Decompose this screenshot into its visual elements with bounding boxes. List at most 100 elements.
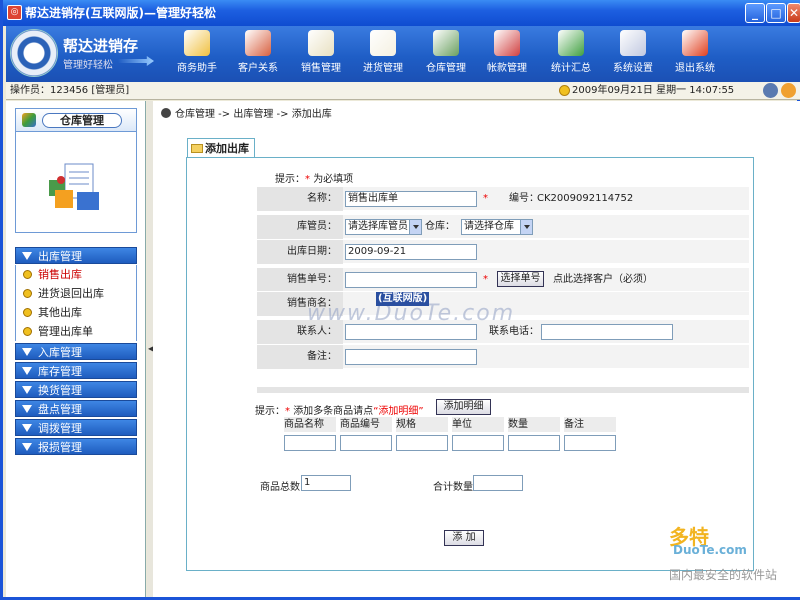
detail-cell-input[interactable] <box>340 435 392 451</box>
clock-icon <box>559 85 570 96</box>
select-order-button[interactable]: 选择单号 <box>497 271 544 287</box>
toolbar-item-5[interactable]: 仓库管理 <box>415 30 477 78</box>
detail-cell-input[interactable] <box>452 435 504 451</box>
nav-item-label: 其他出库 <box>38 306 82 319</box>
code-value: CK2009092114752 <box>537 193 634 204</box>
nav-group-5[interactable]: 盘点管理 <box>15 400 137 417</box>
nav-group-label: 出库管理 <box>38 250 82 263</box>
content-area: 仓库管理 -> 出库管理 -> 添加出库 添加出库 提示：* 为必填项 名称： … <box>153 101 800 597</box>
nav-item-4[interactable]: 管理出库单 <box>15 322 137 341</box>
toolbar-item-9[interactable]: 退出系统 <box>664 30 726 78</box>
brand-name: 帮达进销存 <box>63 37 139 55</box>
site-logo-en: DuoTe.com <box>673 543 747 557</box>
remark-row: 备注： <box>257 344 749 369</box>
toolbar-item-8[interactable]: 系统设置 <box>602 30 664 78</box>
refresh-icon[interactable] <box>763 83 778 98</box>
order-field[interactable] <box>345 272 477 288</box>
column-header: 商品编号 <box>340 417 392 432</box>
nav-group-label: 调拨管理 <box>38 422 82 435</box>
window-title: 帮达进销存(互联网版)—管理好轻松 <box>25 6 216 20</box>
name-label: 名称： <box>257 187 343 211</box>
title-bar: ◎ 帮达进销存(互联网版)—管理好轻松 _ □ ✕ <box>3 0 800 26</box>
logo-icon <box>10 29 58 77</box>
nav-item-label: 销售出库 <box>38 268 82 281</box>
toolbar-label: 帐款管理 <box>487 63 527 74</box>
keeper-value: 请选择库管员 <box>348 221 408 232</box>
chevron-down-icon <box>22 348 32 356</box>
phone-field[interactable] <box>541 324 673 340</box>
nav-group-label: 库存管理 <box>38 365 82 378</box>
detail-cell-input[interactable] <box>564 435 616 451</box>
date-field[interactable]: 2009-09-21 <box>345 244 477 260</box>
required-star: * <box>285 406 290 417</box>
app-icon: ◎ <box>7 5 22 20</box>
statistics-icon <box>558 30 584 56</box>
minimize-button[interactable]: _ <box>745 3 765 23</box>
nav-group-label: 报损管理 <box>38 441 82 454</box>
purchase-icon <box>370 30 396 56</box>
nav-group-6[interactable]: 调拨管理 <box>15 419 137 436</box>
nav-group-4[interactable]: 换货管理 <box>15 381 137 398</box>
total-qty-field[interactable] <box>473 475 523 491</box>
nav-item-3[interactable]: 其他出库 <box>15 303 137 322</box>
toolbar-item-3[interactable]: 销售管理 <box>290 30 352 78</box>
toolbar-item-2[interactable]: 客户关系 <box>227 30 289 78</box>
toolbar-item-1[interactable]: 商务助手 <box>166 30 228 78</box>
detail-cell-input[interactable] <box>508 435 560 451</box>
datetime: 2009年09月21日 星期一 14:07:55 <box>572 85 735 96</box>
hint-text: 添加多条商品请点 <box>293 406 374 417</box>
nav-item-2[interactable]: 进货退回出库 <box>15 284 137 303</box>
operator-info: 操作员：123456 [管理员] <box>10 85 130 96</box>
column-header: 规格 <box>396 417 448 432</box>
chevron-down-icon <box>22 424 32 432</box>
nav-group-1[interactable]: 出库管理 <box>15 247 137 264</box>
warehouse-icon <box>433 30 459 56</box>
warehouse-select[interactable]: 请选择仓库 <box>461 219 533 235</box>
maximize-button[interactable]: □ <box>766 3 786 23</box>
toolbar-label: 系统设置 <box>613 63 653 74</box>
hint-prefix: 提示： <box>255 406 285 417</box>
help-icon[interactable] <box>781 83 796 98</box>
name-row: 名称： 销售出库单 * 编号： CK2009092114752 <box>257 186 749 211</box>
toolbar-item-4[interactable]: 进货管理 <box>352 30 414 78</box>
detail-cell-input[interactable] <box>284 435 336 451</box>
module-box: 仓库管理 <box>15 108 137 233</box>
nav-group-3[interactable]: 库存管理 <box>15 362 137 379</box>
total-qty-label: 合计数量 <box>433 482 473 493</box>
nav-group-2[interactable]: 入库管理 <box>15 343 137 360</box>
remark-field[interactable] <box>345 349 477 365</box>
chevron-down-icon <box>22 405 32 413</box>
chevron-down-icon <box>22 367 32 375</box>
remark-label: 备注： <box>257 345 343 369</box>
main-toolbar: 帮达进销存 管理好轻松 商务助手 客户关系 销售管理 进货管理 仓库管理 帐款管理 统计汇总… <box>6 26 800 82</box>
toolbar-item-7[interactable]: 统计汇总 <box>540 30 602 78</box>
toolbar-item-6[interactable]: 帐款管理 <box>476 30 538 78</box>
chevron-down-icon <box>409 220 421 234</box>
sidebar: 仓库管理 出库管理销售出库进货退回出库 其他出库管理出库单入库管理库存管理换货管理… <box>6 101 146 597</box>
add-detail-button[interactable]: 添加明细 <box>436 399 491 415</box>
add-button[interactable]: 添 加 <box>444 530 484 546</box>
close-button[interactable]: ✕ <box>787 3 800 23</box>
add-detail-link[interactable]: “添加明细” <box>373 406 423 417</box>
total-items-field[interactable]: 1 <box>301 475 351 491</box>
keeper-select[interactable]: 请选择库管员 <box>345 219 422 235</box>
nav-item-1[interactable]: 销售出库 <box>15 265 137 284</box>
column-header: 数量 <box>508 417 560 432</box>
nav-item-label: 进货退回出库 <box>38 287 104 300</box>
name-field[interactable]: 销售出库单 <box>345 191 477 207</box>
bullet-icon <box>23 327 32 336</box>
bullet-icon <box>23 308 32 317</box>
keeper-row: 库管员： 请选择库管员 仓库： 请选择仓库 <box>257 214 749 239</box>
warehouse-label: 仓库： <box>425 221 455 232</box>
exit-icon <box>682 30 708 56</box>
nav-group-7[interactable]: 报损管理 <box>15 438 137 455</box>
contact-field[interactable] <box>345 324 477 340</box>
column-header: 商品名称 <box>284 417 336 432</box>
tab-add-outbound[interactable]: 添加出库 <box>187 138 255 158</box>
settings-icon <box>620 30 646 56</box>
date-row: 出库日期： 2009-09-21 <box>257 239 749 264</box>
required-hint: 提示：* 为必填项 <box>275 170 353 185</box>
location-icon <box>161 108 171 118</box>
toolbar-label: 退出系统 <box>675 63 715 74</box>
detail-cell-input[interactable] <box>396 435 448 451</box>
